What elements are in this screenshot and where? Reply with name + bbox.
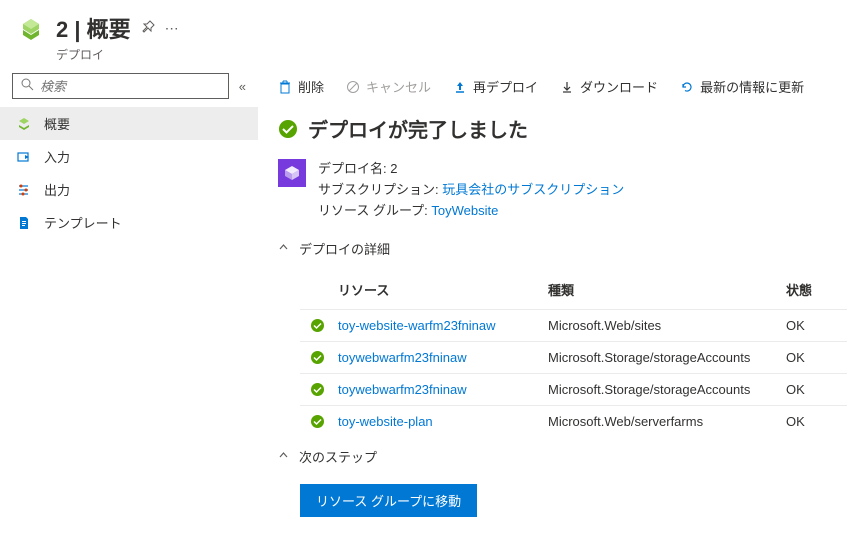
sidebar-item-label: テンプレート xyxy=(44,213,122,232)
delete-button[interactable]: 削除 xyxy=(278,77,324,96)
download-icon xyxy=(560,80,574,94)
resource-link[interactable]: toywebwarfm23fninaw xyxy=(338,350,467,365)
col-header-type: 種類 xyxy=(548,280,786,299)
collapse-sidebar-icon[interactable]: « xyxy=(235,79,250,94)
search-input[interactable] xyxy=(40,79,220,94)
sidebar-item-label: 概要 xyxy=(44,114,70,133)
chevron-down-icon xyxy=(278,450,289,464)
success-icon xyxy=(310,350,325,365)
sidebar-item-label: 出力 xyxy=(44,180,70,199)
overview-icon xyxy=(16,116,32,132)
subscription-link[interactable]: 玩具会社のサブスクリプション xyxy=(442,182,624,197)
chevron-down-icon xyxy=(278,242,289,256)
template-icon xyxy=(16,215,32,231)
refresh-icon xyxy=(680,80,694,94)
table-row: toy-website-warfm23fninaw Microsoft.Web/… xyxy=(300,309,847,341)
success-icon xyxy=(278,119,298,139)
trash-icon xyxy=(278,80,292,94)
resource-link[interactable]: toywebwarfm23fninaw xyxy=(338,382,467,397)
deploy-name-row: デプロイ名: 2 xyxy=(318,159,624,180)
col-header-state: 状態 xyxy=(786,280,836,299)
success-icon xyxy=(310,414,325,429)
search-box[interactable] xyxy=(12,73,229,99)
refresh-button[interactable]: 最新の情報に更新 xyxy=(680,77,804,96)
resource-group-row: リソース グループ: ToyWebsite xyxy=(318,201,624,222)
arm-template-icon xyxy=(278,159,306,187)
table-row: toy-website-plan Microsoft.Web/serverfar… xyxy=(300,405,847,437)
upload-icon xyxy=(453,80,467,94)
sidebar-item-overview[interactable]: 概要 xyxy=(0,107,258,140)
goto-resource-group-button[interactable]: リソース グループに移動 xyxy=(300,484,477,517)
success-icon xyxy=(310,318,325,333)
sidebar-item-label: 入力 xyxy=(44,147,70,166)
resources-table: リソース 種類 状態 toy-website-warfm23fninaw Mic… xyxy=(300,270,847,437)
success-icon xyxy=(310,382,325,397)
inputs-icon xyxy=(16,149,32,165)
cancel-button: キャンセル xyxy=(346,77,431,96)
deploy-details-header[interactable]: デプロイの詳細 xyxy=(278,239,847,258)
resource-group-link[interactable]: ToyWebsite xyxy=(431,203,498,218)
table-row: toywebwarfm23fninaw Microsoft.Storage/st… xyxy=(300,341,847,373)
sidebar-item-template[interactable]: テンプレート xyxy=(0,206,258,239)
col-header-resource: リソース xyxy=(338,280,548,299)
resource-link[interactable]: toy-website-warfm23fninaw xyxy=(338,318,496,333)
outputs-icon xyxy=(16,182,32,198)
page-title: 2 | 概要 xyxy=(56,12,131,44)
cancel-icon xyxy=(346,80,360,94)
resource-link[interactable]: toy-website-plan xyxy=(338,414,433,429)
subscription-row: サブスクリプション: 玩具会社のサブスクリプション xyxy=(318,180,624,201)
download-button[interactable]: ダウンロード xyxy=(560,77,658,96)
search-icon xyxy=(21,78,34,94)
sidebar-item-inputs[interactable]: 入力 xyxy=(0,140,258,173)
next-steps-header[interactable]: 次のステップ xyxy=(278,447,847,466)
pin-icon[interactable] xyxy=(141,20,155,37)
resource-group-icon xyxy=(16,14,46,44)
status-title: デプロイが完了しました xyxy=(308,114,528,143)
sidebar-item-outputs[interactable]: 出力 xyxy=(0,173,258,206)
redeploy-button[interactable]: 再デプロイ xyxy=(453,77,538,96)
table-row: toywebwarfm23fninaw Microsoft.Storage/st… xyxy=(300,373,847,405)
more-icon[interactable]: ⋯ xyxy=(165,20,179,37)
page-subtitle: デプロイ xyxy=(56,46,179,63)
